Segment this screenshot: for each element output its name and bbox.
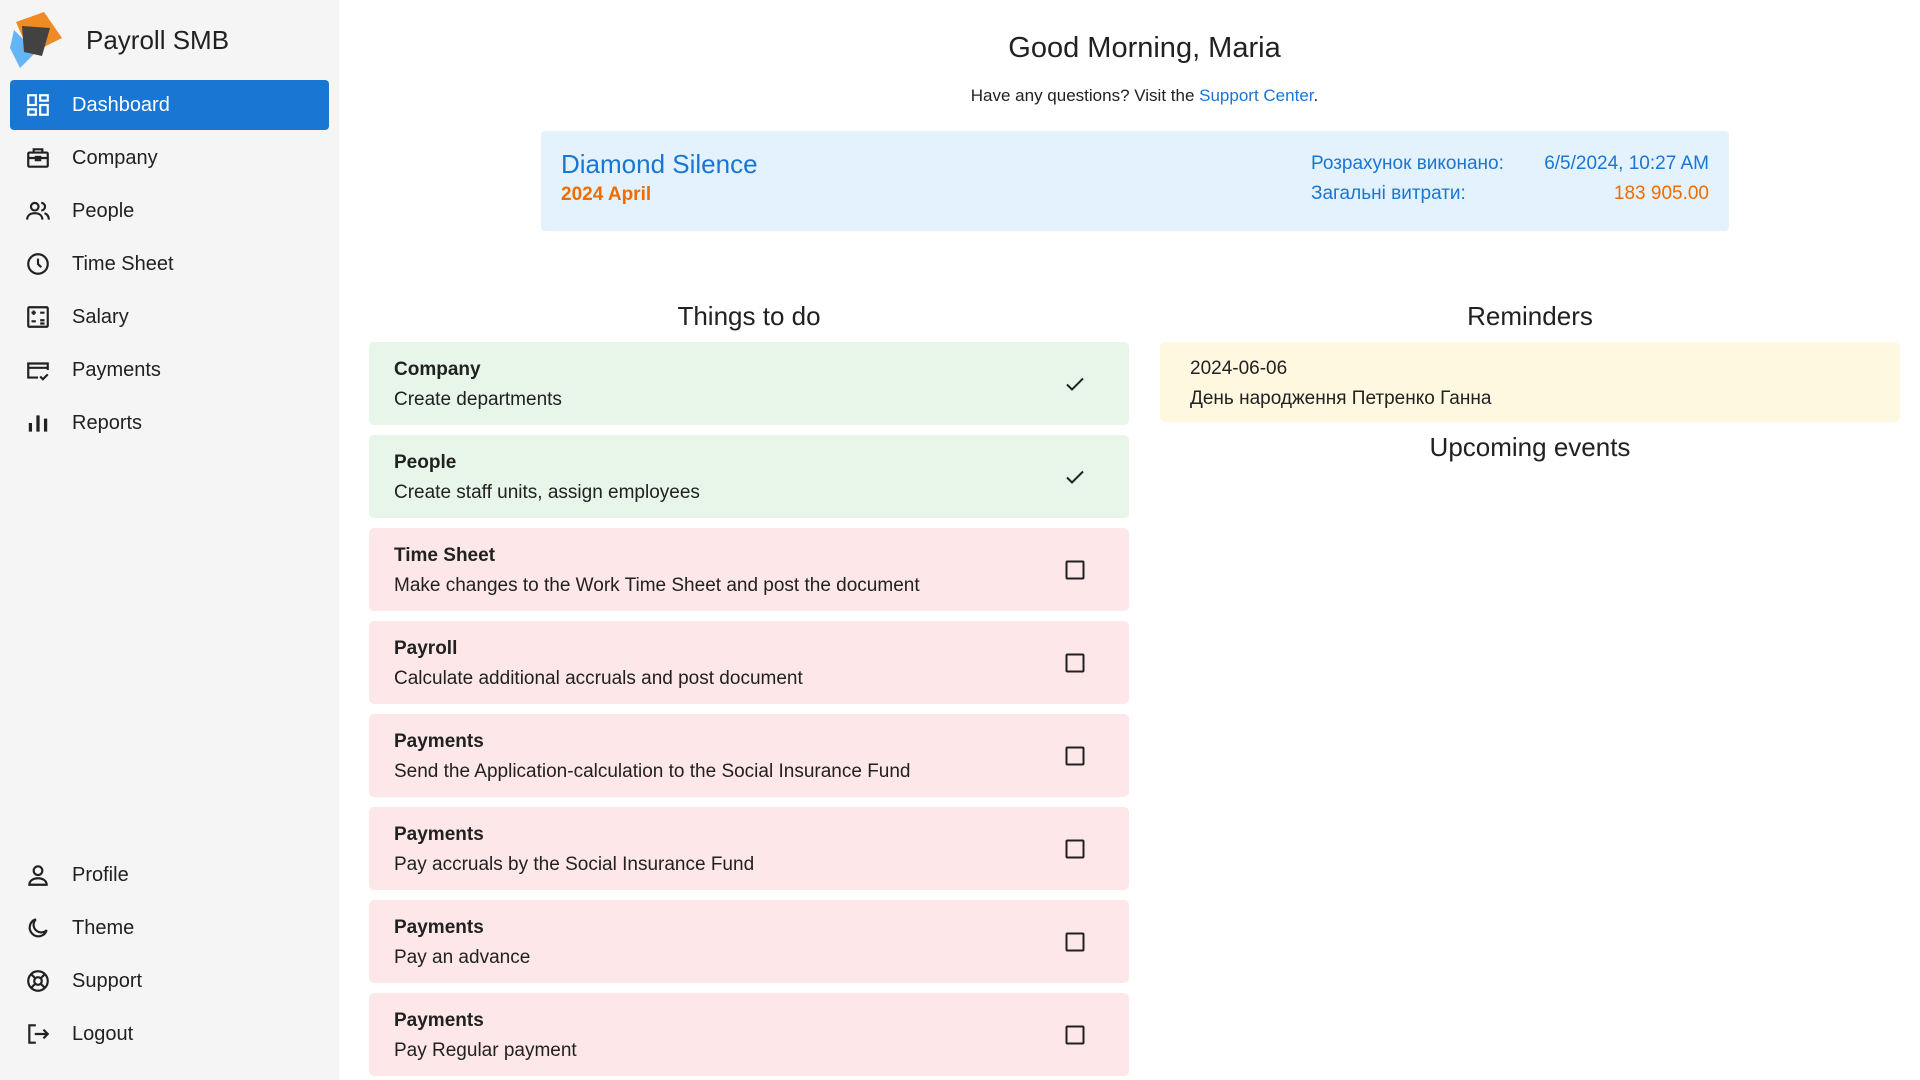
sidebar-item-label: Profile	[72, 863, 129, 886]
sidebar-item-theme[interactable]: Theme	[10, 903, 329, 953]
todo-item[interactable]: Payments Pay accruals by the Social Insu…	[369, 807, 1129, 890]
todo-item-title: Company	[394, 359, 481, 380]
sidebar-item-people[interactable]: People	[10, 186, 329, 236]
todo-item-title: Payments	[394, 1010, 484, 1031]
support-prompt-text: Have any questions? Visit the	[970, 86, 1200, 105]
sidebar-item-label: Company	[72, 146, 158, 169]
todo-item[interactable]: Payments Send the Application-calculatio…	[369, 714, 1129, 797]
sidebar-bottom: Profile Theme Support Logout	[10, 850, 329, 1080]
todo-item-title: Payroll	[394, 638, 458, 659]
todo-item-title: Payments	[394, 824, 484, 845]
todo-item[interactable]: Payroll Calculate additional accruals an…	[369, 621, 1129, 704]
checkbox-empty-icon	[1065, 653, 1085, 672]
todo-item-description: Create staff units, assign employees	[394, 482, 700, 503]
support-prompt: Have any questions? Visit the Support Ce…	[369, 86, 1920, 106]
todo-list: Company Create departments People Create…	[369, 342, 1129, 1080]
app-root: Payroll SMB Dashboard Company People Tim…	[0, 0, 1920, 1080]
sidebar-item-time-sheet[interactable]: Time Sheet	[10, 239, 329, 289]
calculator-icon	[24, 303, 52, 331]
sidebar-item-logout[interactable]: Logout	[10, 1009, 329, 1059]
sidebar-item-support[interactable]: Support	[10, 956, 329, 1006]
todo-item-description: Send the Application-calculation to the …	[394, 761, 911, 782]
sidebar-item-label: People	[72, 199, 135, 222]
logout-icon	[24, 1020, 52, 1048]
reminder-text: День народження Петренко Ганна	[1190, 388, 1492, 409]
company-summary-card: Diamond Silence 2024 April Розрахунок ви…	[541, 131, 1729, 231]
todo-item-description: Calculate additional accruals and post d…	[394, 668, 803, 689]
todo-item-title: Payments	[394, 917, 484, 938]
sidebar-item-label: Salary	[72, 305, 129, 328]
upcoming-events-title: Upcoming events	[1429, 432, 1631, 462]
todo-item-description: Pay Regular payment	[394, 1040, 577, 1061]
todo-item-description: Make changes to the Work Time Sheet and …	[394, 575, 920, 596]
reminder-date: 2024-06-06	[1190, 358, 1288, 379]
sidebar-item-label: Time Sheet	[72, 252, 174, 275]
sidebar-item-company[interactable]: Company	[10, 133, 329, 183]
calculation-label: Розрахунок виконано:	[1311, 153, 1504, 174]
checkbox-empty-icon	[1065, 746, 1085, 765]
check-icon	[1066, 470, 1084, 484]
bar-chart-icon	[24, 409, 52, 437]
sidebar-item-label: Payments	[72, 358, 161, 381]
brand[interactable]: Payroll SMB	[10, 0, 329, 80]
check-icon	[1066, 377, 1084, 391]
calculation-info: Розрахунок виконано: 6/5/2024, 10:27 AM …	[1311, 153, 1709, 213]
checkbox-empty-icon	[1065, 932, 1085, 951]
calculation-date: 6/5/2024, 10:27 AM	[1544, 153, 1709, 174]
sidebar-item-label: Dashboard	[72, 93, 170, 116]
checkbox-empty-icon	[1065, 839, 1085, 858]
todo-item[interactable]: Payments Pay Regular payment	[369, 993, 1129, 1076]
todo-item[interactable]: Payments Pay an advance	[369, 900, 1129, 983]
checkbox-empty-icon	[1065, 560, 1085, 579]
sidebar: Payroll SMB Dashboard Company People Tim…	[0, 0, 339, 1080]
todo-title: Things to do	[677, 301, 821, 331]
sidebar-item-label: Logout	[72, 1022, 134, 1045]
dashboard-icon	[24, 91, 52, 119]
sidebar-item-dashboard[interactable]: Dashboard	[10, 80, 329, 130]
sidebar-item-payments[interactable]: Payments	[10, 345, 329, 395]
sidebar-item-label: Reports	[72, 411, 143, 434]
app-name: Payroll SMB	[86, 24, 230, 55]
clock-icon	[24, 250, 52, 278]
todo-item-description: Create departments	[394, 389, 562, 410]
people-icon	[24, 197, 52, 225]
greeting-title: Good Morning, Maria	[1008, 32, 1281, 64]
logo-icon	[10, 12, 62, 68]
total-cost-label: Загальні витрати:	[1311, 183, 1466, 204]
todo-item-description: Pay accruals by the Social Insurance Fun…	[394, 854, 755, 875]
todo-item-description: Pay an advance	[394, 947, 531, 968]
reminders-title: Reminders	[1467, 301, 1593, 331]
sidebar-item-label: Theme	[72, 916, 135, 939]
todo-item[interactable]: Time Sheet Make changes to the Work Time…	[369, 528, 1129, 611]
todo-item[interactable]: Company Create departments	[369, 342, 1129, 425]
sidebar-item-reports[interactable]: Reports	[10, 398, 329, 448]
briefcase-icon	[24, 144, 52, 172]
sidebar-item-profile[interactable]: Profile	[10, 850, 329, 900]
lifebuoy-icon	[24, 967, 52, 995]
checkbox-empty-icon	[1065, 1025, 1085, 1044]
todo-item-title: Payments	[394, 731, 484, 752]
total-cost-row: Загальні витрати: 183 905.00	[1311, 183, 1709, 213]
sidebar-item-salary[interactable]: Salary	[10, 292, 329, 342]
todo-item-title: Time Sheet	[394, 545, 496, 566]
support-center-link[interactable]: Support Center	[1199, 86, 1313, 105]
todo-item-title: People	[394, 452, 457, 473]
moon-icon	[24, 914, 52, 942]
support-prompt-suffix: .	[1313, 86, 1319, 105]
calculation-row: Розрахунок виконано: 6/5/2024, 10:27 AM	[1311, 153, 1709, 183]
sidebar-item-label: Support	[72, 969, 143, 992]
todo-item[interactable]: People Create staff units, assign employ…	[369, 435, 1129, 518]
total-cost-value: 183 905.00	[1613, 183, 1709, 204]
main-content: Good Morning, Maria Have any questions? …	[339, 0, 1920, 1080]
reminder-item: 2024-06-06 День народження Петренко Ганн…	[1160, 342, 1900, 422]
user-icon	[24, 861, 52, 889]
credit-card-icon	[24, 356, 52, 384]
